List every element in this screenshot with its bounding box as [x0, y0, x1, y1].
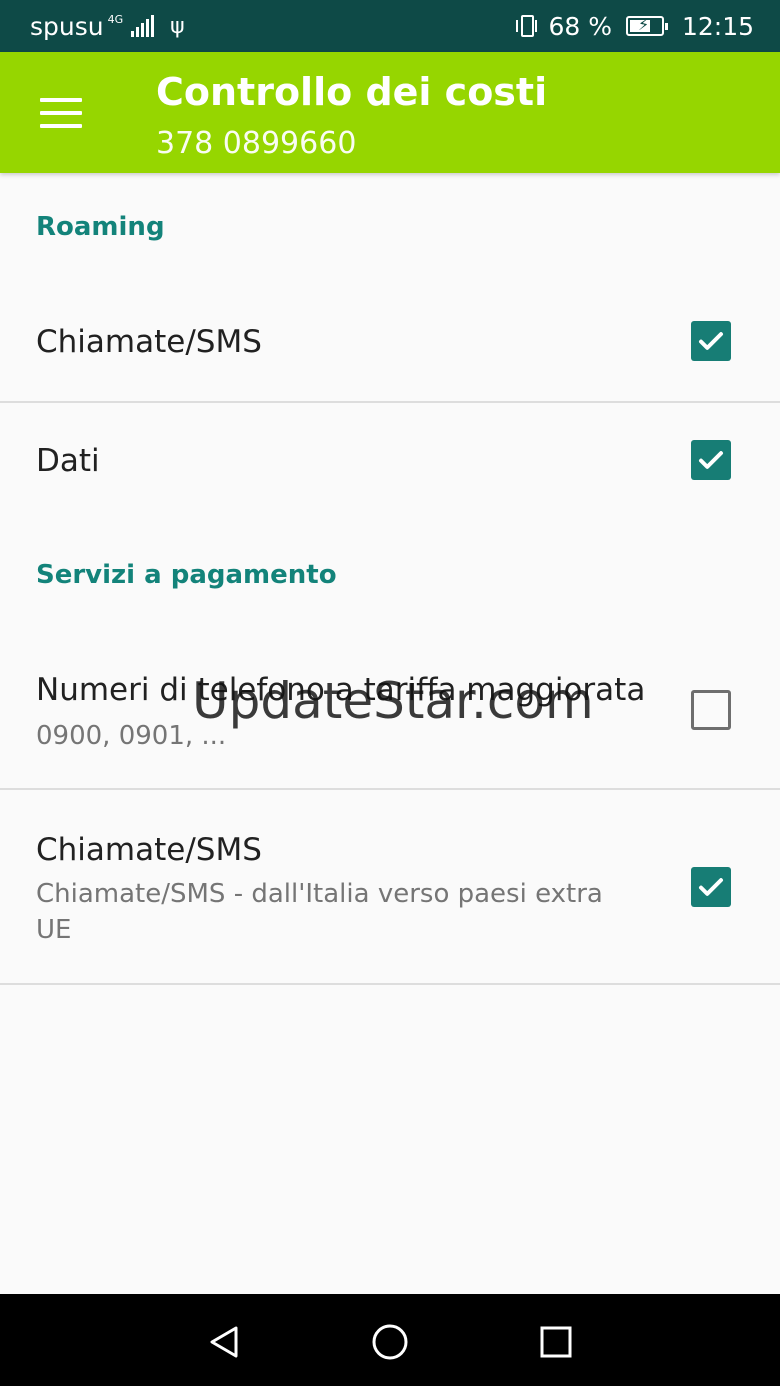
status-bar: spusu 4G ψ 68 % ⚡ 12:15: [0, 0, 780, 52]
usb-icon: ψ: [170, 13, 185, 39]
phone-number: 378 0899660: [156, 126, 357, 161]
checkbox-roaming-data[interactable]: [691, 440, 731, 480]
status-right: 68 % ⚡ 12:15: [516, 11, 754, 41]
signal-icon: [131, 15, 155, 37]
check-icon: [699, 878, 723, 896]
checkbox-roaming-calls[interactable]: [691, 321, 731, 361]
clock: 12:15: [681, 11, 754, 41]
check-icon: [699, 332, 723, 350]
vibrate-icon: [516, 15, 538, 37]
checkbox-extra-eu-calls[interactable]: [691, 867, 731, 907]
carrier-name: spusu: [30, 11, 104, 41]
section-header-roaming: Roaming: [36, 212, 165, 242]
battery-icon: ⚡: [625, 15, 668, 36]
setting-row-extra-eu-calls[interactable]: Chiamate/SMS Chiamate/SMS - dall'Italia …: [0, 790, 780, 984]
menu-icon[interactable]: [40, 98, 82, 128]
check-icon: [699, 451, 723, 469]
divider: [0, 983, 780, 985]
setting-subtitle: 0900, 0901, ...: [36, 721, 227, 751]
setting-row-roaming-calls[interactable]: Chiamate/SMS: [0, 280, 780, 402]
app-bar: Controllo dei costi 378 0899660: [0, 52, 780, 173]
setting-row-roaming-data[interactable]: Dati: [0, 403, 780, 518]
network-type: 4G: [107, 12, 124, 26]
recent-apps-icon[interactable]: [536, 1322, 576, 1362]
setting-row-premium-numbers[interactable]: Numeri di telefono a tariffa maggiorata …: [0, 628, 780, 788]
setting-title: Dati: [36, 443, 100, 479]
setting-subtitle: Chiamate/SMS - dall'Italia verso paesi e…: [36, 879, 603, 945]
setting-title: Numeri di telefono a tariffa maggiorata: [36, 672, 646, 708]
back-icon[interactable]: [204, 1322, 244, 1362]
page-title: Controllo dei costi: [156, 70, 548, 114]
home-icon[interactable]: [370, 1322, 410, 1362]
checkbox-premium-numbers[interactable]: [691, 690, 731, 730]
setting-title: Chiamate/SMS: [36, 832, 262, 868]
navigation-bar: [0, 1294, 780, 1386]
section-header-paid-services: Servizi a pagamento: [36, 560, 337, 590]
charging-icon: ⚡: [637, 15, 650, 34]
status-left: spusu 4G ψ: [30, 12, 185, 41]
setting-title: Chiamate/SMS: [36, 324, 262, 360]
battery-percent: 68 %: [548, 11, 612, 41]
